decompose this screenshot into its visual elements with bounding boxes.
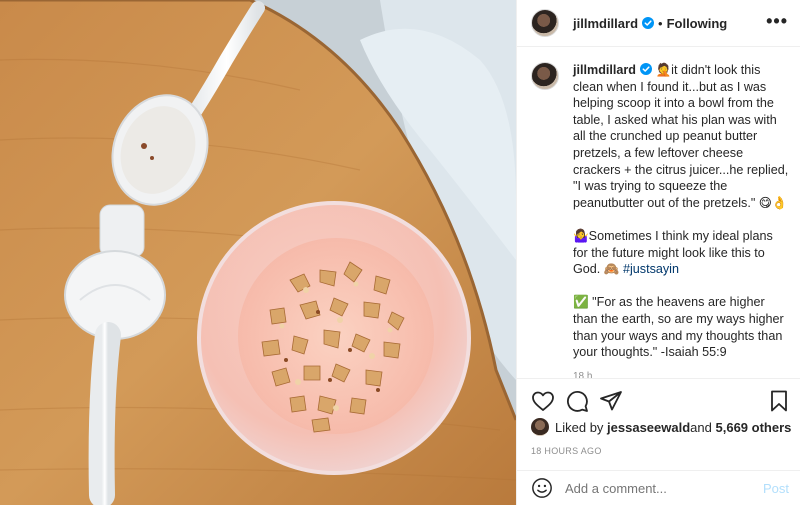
post-timestamp[interactable]: 18 HOURS AGO [531, 446, 602, 456]
author-username[interactable]: jillmdillard [573, 16, 638, 31]
likes-prefix: Liked by [555, 419, 604, 435]
post-comment-button[interactable]: Post [763, 481, 789, 496]
header-separator: • [658, 15, 663, 31]
author-avatar[interactable] [531, 9, 559, 37]
likes-others-link[interactable]: 5,669 others [716, 420, 792, 435]
hashtag-link[interactable]: #justsayin [623, 262, 679, 276]
caption-age: 18 h [573, 371, 593, 378]
heart-icon[interactable] [531, 389, 555, 413]
verified-badge-icon [642, 17, 655, 29]
caption-paragraph-3: ✅ "For as the heavens are higher than th… [573, 295, 788, 360]
caption-paragraph-2: 🤷‍♀️Sometimes I think my ideal plans for… [573, 228, 789, 278]
post-header: jillmdillard • Following ••• [517, 0, 800, 47]
post-photo[interactable] [0, 0, 516, 505]
emoji-icon[interactable] [531, 477, 553, 499]
share-icon[interactable] [599, 389, 623, 413]
caption-paragraph-1: jillmdillard 🤦it didn't look this clean … [573, 62, 789, 211]
caption-username[interactable]: jillmdillard [573, 63, 636, 77]
comment-input[interactable] [565, 480, 763, 496]
comment-icon[interactable] [565, 389, 589, 413]
post-sidebar: jillmdillard • Following ••• jillmdillar… [516, 0, 800, 505]
liker-username[interactable]: jessaseewald [607, 420, 690, 435]
following-button[interactable]: Following [667, 16, 728, 31]
caption-body-1: 🤦it didn't look this clean when I found … [573, 63, 792, 210]
liker-avatar[interactable] [531, 418, 549, 436]
photo-illustration [0, 0, 516, 505]
likes-summary: Liked by jessaseewald and 5,669 others [531, 416, 791, 438]
pink-bowl [197, 201, 471, 475]
caption-section: jillmdillard 🤦it didn't look this clean … [517, 48, 800, 378]
comment-bar: Post [517, 470, 800, 505]
caption-author-avatar[interactable] [531, 62, 559, 90]
bookmark-icon[interactable] [767, 389, 791, 413]
verified-badge-icon [639, 63, 652, 75]
likes-middle: and [690, 419, 712, 435]
more-icon[interactable]: ••• [766, 12, 788, 30]
caption-text: jillmdillard 🤦it didn't look this clean … [573, 62, 789, 378]
